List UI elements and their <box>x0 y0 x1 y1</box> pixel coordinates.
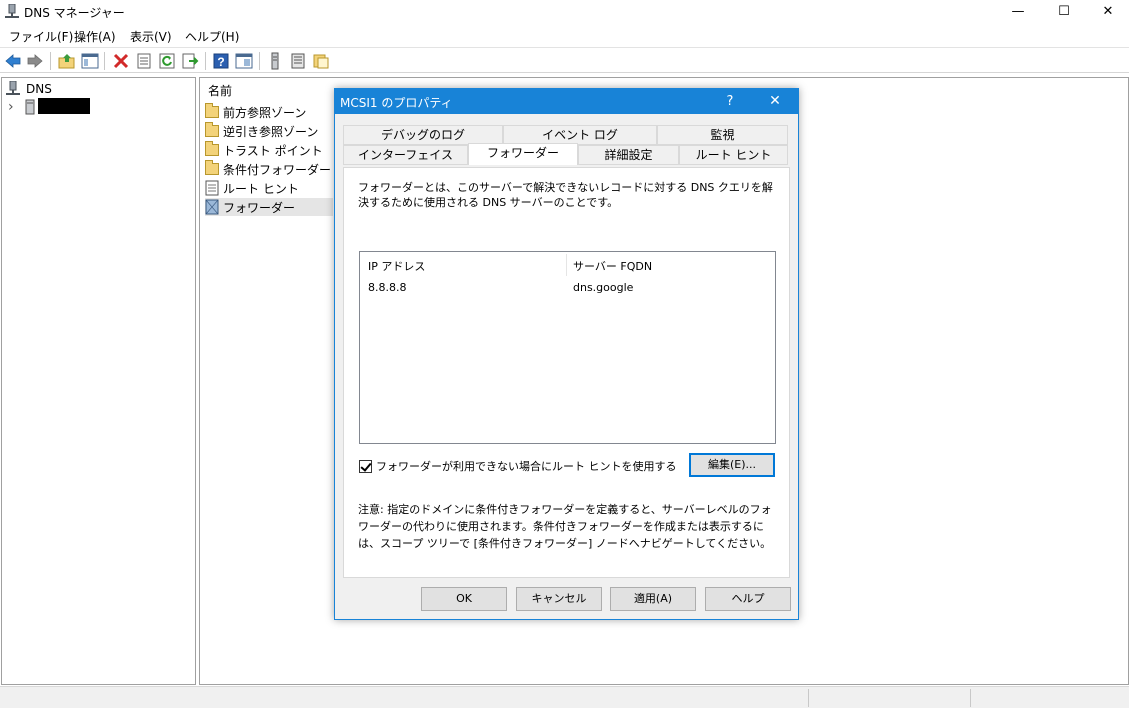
export-list-icon[interactable] <box>181 52 199 70</box>
help-icon[interactable]: ? <box>212 52 230 70</box>
properties-dialog: MCSI1 のプロパティ ? ✕ デバッグのログ イベント ログ 監視 インター… <box>334 88 799 620</box>
window-title: DNS マネージャー <box>24 6 125 20</box>
folder-icon <box>205 103 219 118</box>
list-item[interactable]: 逆引き参照ゾーン <box>205 122 333 140</box>
list-item[interactable]: トラスト ポイント <box>205 141 333 159</box>
toolbar: ? <box>0 47 1129 73</box>
list-item-label: 前方参照ゾーン <box>223 105 307 120</box>
list-item-label: 逆引き参照ゾーン <box>223 124 319 139</box>
forwarders-list[interactable]: IP アドレス サーバー FQDN 8.8.8.8 dns.google <box>359 251 776 444</box>
list-item[interactable]: ルート ヒント <box>205 179 333 197</box>
tab-advanced[interactable]: 詳細設定 <box>578 145 679 165</box>
tab-monitoring[interactable]: 監視 <box>657 125 788 145</box>
menu-action[interactable]: 操作(A) <box>74 28 116 45</box>
list-item[interactable]: 前方参照ゾーン <box>205 103 333 121</box>
root-hints-icon <box>205 180 219 196</box>
menu-help[interactable]: ヘルプ(H) <box>185 28 239 45</box>
cancel-button[interactable]: キャンセル <box>516 587 602 611</box>
folder-icon <box>205 141 219 156</box>
status-bar <box>0 686 1129 708</box>
list-item[interactable]: 条件付フォワーダー <box>205 160 333 178</box>
folder-icon <box>205 122 219 137</box>
back-arrow-icon[interactable] <box>4 52 22 70</box>
zone-icon[interactable] <box>312 52 330 70</box>
tab-debug-logging[interactable]: デバッグのログ <box>343 125 503 145</box>
ok-button[interactable]: OK <box>421 587 507 611</box>
up-folder-icon[interactable] <box>58 52 76 70</box>
dialog-title: MCSI1 のプロパティ <box>340 96 453 110</box>
dns-server-icon <box>6 81 20 95</box>
chevron-right-icon[interactable]: › <box>8 99 18 115</box>
tree-item-label: DNS <box>26 82 52 96</box>
tab-root-hints[interactable]: ルート ヒント <box>679 145 788 165</box>
tab-interfaces[interactable]: インターフェイス <box>343 145 468 165</box>
forward-arrow-icon[interactable] <box>26 52 44 70</box>
svg-text:?: ? <box>217 55 224 69</box>
title-bar: DNS マネージャー — ☐ ✕ <box>0 0 1129 24</box>
properties-icon[interactable] <box>135 52 153 70</box>
apply-button[interactable]: 適用(A) <box>610 587 696 611</box>
server-icon[interactable] <box>266 52 284 70</box>
minimize-button[interactable]: — <box>995 0 1041 24</box>
menu-bar: ファイル(F) 操作(A) 表示(V) ヘルプ(H) <box>0 25 1129 46</box>
tree-item-server[interactable]: › <box>8 98 36 116</box>
tree-item-dns-root[interactable]: DNS <box>6 80 52 98</box>
list-item-label: トラスト ポイント <box>223 143 323 158</box>
forwarder-fqdn-cell[interactable]: dns.google <box>573 281 633 294</box>
maximize-button[interactable]: ☐ <box>1041 0 1087 24</box>
tab-forwarders[interactable]: フォワーダー <box>468 143 578 165</box>
help-button[interactable]: ヘルプ <box>705 587 791 611</box>
delete-icon[interactable] <box>112 52 130 70</box>
menu-view[interactable]: 表示(V) <box>130 28 172 45</box>
list-view-icon[interactable] <box>289 52 307 70</box>
use-root-hints-label: フォワーダーが利用できない場合にルート ヒントを使用する <box>376 460 677 473</box>
forwarder-ip-cell[interactable]: 8.8.8.8 <box>368 281 406 294</box>
list-item-label: 条件付フォワーダー <box>223 162 332 177</box>
forwarders-tab-panel: フォワーダーとは、このサーバーで解決できないレコードに対する DNS クエリを解… <box>343 167 790 578</box>
folder-icon <box>205 160 219 175</box>
column-divider[interactable] <box>566 254 567 276</box>
menu-file[interactable]: ファイル(F) <box>9 28 73 45</box>
dialog-title-bar: MCSI1 のプロパティ ? ✕ <box>335 89 798 114</box>
console-tree: DNS › <box>1 77 196 685</box>
list-item-label: ルート ヒント <box>223 181 299 196</box>
dialog-close-button[interactable]: ✕ <box>760 89 790 114</box>
dialog-help-button[interactable]: ? <box>718 89 742 114</box>
column-header-name[interactable]: 名前 <box>208 82 232 99</box>
forwarders-icon <box>205 199 219 215</box>
close-button[interactable]: ✕ <box>1085 0 1129 24</box>
server-icon <box>25 99 35 115</box>
conditional-forwarder-note: 注意: 指定のドメインに条件付きフォワーダーを定義すると、サーバーレベルのフォワ… <box>358 503 772 550</box>
forwarders-description: フォワーダーとは、このサーバーで解決できないレコードに対する DNS クエリを解… <box>358 181 773 209</box>
column-header-ip-address[interactable]: IP アドレス <box>368 258 425 274</box>
show-hide-console-tree-icon[interactable] <box>81 52 99 70</box>
use-root-hints-checkbox[interactable] <box>359 459 372 473</box>
edit-button[interactable]: 編集(E)... <box>689 453 775 477</box>
tab-event-logging[interactable]: イベント ログ <box>503 125 657 145</box>
list-item-forwarders[interactable]: フォワーダー <box>205 198 333 216</box>
use-root-hints-row[interactable]: フォワーダーが利用できない場合にルート ヒントを使用する <box>359 458 677 474</box>
column-header-server-fqdn[interactable]: サーバー FQDN <box>573 258 652 274</box>
redacted-server-name <box>38 98 90 114</box>
refresh-icon[interactable] <box>158 52 176 70</box>
list-item-label: フォワーダー <box>223 200 296 215</box>
console-window-icon[interactable] <box>235 52 253 70</box>
dns-server-icon <box>5 4 19 18</box>
